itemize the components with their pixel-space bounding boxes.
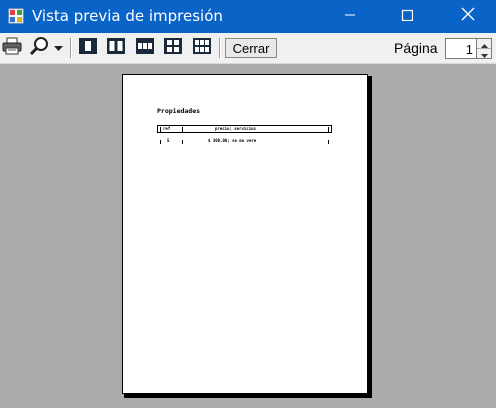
three-pages-button[interactable] xyxy=(133,37,157,59)
print-preview-app-icon xyxy=(8,8,24,24)
close-window-button[interactable] xyxy=(445,0,491,33)
minimize-button[interactable] xyxy=(327,0,373,33)
page-spinner[interactable] xyxy=(476,38,492,59)
toolbar-separator xyxy=(70,38,72,58)
four-pages-button[interactable] xyxy=(161,37,185,59)
six-pages-button[interactable] xyxy=(190,37,214,59)
cell-divider xyxy=(160,127,161,132)
header-cell-ref: ref xyxy=(163,126,171,131)
printer-icon xyxy=(2,37,22,60)
one-page-button[interactable] xyxy=(76,37,100,59)
table-header-row: ref precio; servicios xyxy=(157,125,332,133)
six-pages-icon xyxy=(192,37,212,60)
close-icon xyxy=(461,7,475,26)
page-number-input[interactable] xyxy=(445,38,477,59)
cell-divider xyxy=(182,140,183,144)
preview-page[interactable]: Propiedades ref precio; servicios 5 $ 30… xyxy=(122,74,368,394)
row-cell-precio: $ 300,00; se mo vere xyxy=(208,138,257,143)
toolbar: Cerrar Página xyxy=(0,33,496,64)
maximize-icon xyxy=(401,8,414,26)
title-bar: Vista previa de impresión xyxy=(0,0,496,33)
spin-down-button[interactable] xyxy=(477,49,491,58)
magnifier-icon xyxy=(29,36,51,61)
zoom-button[interactable] xyxy=(26,36,66,61)
document-heading: Propiedades xyxy=(157,107,201,115)
toolbar-separator xyxy=(219,38,221,58)
minimize-icon xyxy=(344,8,356,26)
header-cell-precio: precio; servicios xyxy=(215,126,256,131)
cell-divider xyxy=(182,127,183,132)
table-row: 5 $ 300,00; se mo vere xyxy=(157,138,332,146)
print-button[interactable] xyxy=(1,37,23,59)
maximize-button[interactable] xyxy=(384,0,430,33)
one-page-icon xyxy=(78,37,98,60)
cell-divider xyxy=(328,140,329,144)
arrow-down-icon xyxy=(480,45,488,63)
close-preview-button[interactable]: Cerrar xyxy=(225,38,277,58)
two-pages-icon xyxy=(106,37,126,60)
cell-divider xyxy=(328,127,329,132)
three-pages-icon xyxy=(135,37,155,60)
window-title: Vista previa de impresión xyxy=(32,7,223,25)
chevron-down-icon xyxy=(54,39,63,57)
page-label: Página xyxy=(394,40,438,56)
row-cell-ref: 5 xyxy=(167,138,170,143)
two-pages-button[interactable] xyxy=(104,37,128,59)
cell-divider xyxy=(160,140,161,144)
four-pages-icon xyxy=(163,37,183,60)
